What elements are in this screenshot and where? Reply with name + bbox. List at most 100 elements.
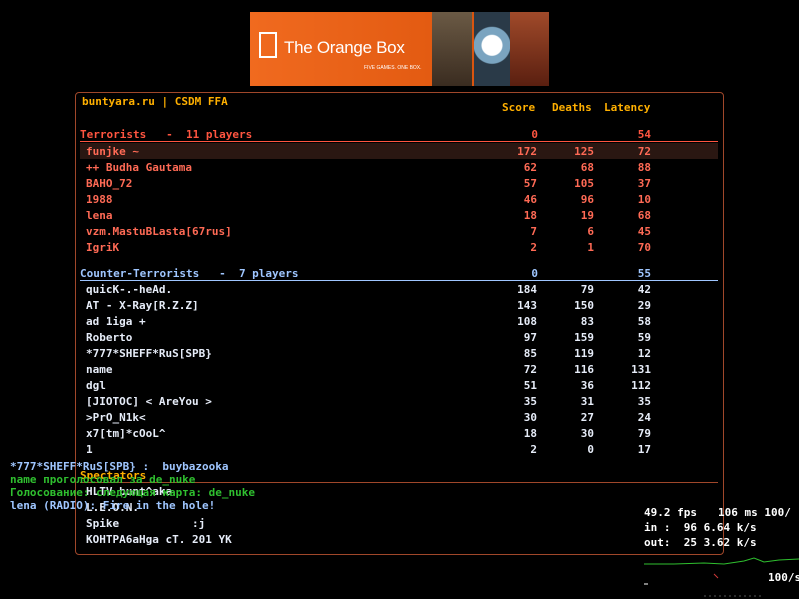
player-score: 30 xyxy=(523,411,537,424)
gordon-freeman-image xyxy=(432,12,472,86)
player-latency: 70 xyxy=(637,241,651,254)
player-deaths: 27 xyxy=(580,411,594,424)
player-deaths: 31 xyxy=(580,395,594,408)
player-deaths: 150 xyxy=(574,299,594,312)
player-name: dgl xyxy=(86,379,106,392)
player-name: AT - X-Ray[R.Z.Z] xyxy=(86,299,199,312)
player-deaths: 125 xyxy=(574,145,594,158)
player-latency: 12 xyxy=(637,347,651,360)
player-deaths: 19 xyxy=(580,209,594,222)
player-deaths: 36 xyxy=(580,379,594,392)
spectator-name: Spike :j xyxy=(86,517,206,530)
player-latency: 10 xyxy=(637,193,651,206)
player-deaths: 68 xyxy=(580,161,594,174)
player-score: 35 xyxy=(523,395,537,408)
player-name: ad 1iga + xyxy=(86,315,146,328)
player-latency: 88 xyxy=(637,161,651,174)
out-readout: out: 25 3.62 k/s xyxy=(644,536,757,549)
chat-line: Голосование: следующая карта: de_nuke xyxy=(10,486,256,499)
player-name: BAHO_72 xyxy=(86,177,133,190)
player-score: 2 xyxy=(530,443,537,456)
in-readout: in : 96 6.64 k/s xyxy=(644,521,757,534)
player-name: 1 xyxy=(86,443,93,456)
player-latency: 37 xyxy=(637,177,651,190)
player-latency: 45 xyxy=(637,225,651,238)
fps-readout: 49.2 fps xyxy=(644,506,697,519)
player-deaths: 83 xyxy=(580,315,594,328)
player-latency: 59 xyxy=(637,331,651,344)
orange-box-banner: The Orange Box FIVE GAMES. ONE BOX. xyxy=(250,12,549,86)
player-score: 85 xyxy=(523,347,537,360)
player-latency: 79 xyxy=(637,427,651,440)
player-deaths: 0 xyxy=(587,443,594,456)
terrorists-team-label: Terrorists - 11 players xyxy=(80,128,253,141)
player-deaths: 116 xyxy=(574,363,594,376)
portal-image xyxy=(474,12,510,86)
ct-divider xyxy=(80,280,718,281)
player-name: vzm.MastuBLasta[67rus] xyxy=(86,225,232,238)
player-deaths: 159 xyxy=(574,331,594,344)
player-name: lena xyxy=(86,209,113,222)
player-deaths: 105 xyxy=(574,177,594,190)
deaths-column-header: Deaths xyxy=(552,101,592,114)
ct-team-label: Counter-Terrorists - 7 players xyxy=(80,267,299,280)
player-name: quicK-.-heAd. xyxy=(86,283,173,296)
chat-line: name проголосовал за de_nuke xyxy=(10,473,196,486)
player-name: IgriK xyxy=(86,241,120,254)
player-score: 62 xyxy=(523,161,537,174)
terrorists-team-latency: 54 xyxy=(637,128,651,141)
player-deaths: 79 xyxy=(580,283,594,296)
player-name: [JIOTOC] < AreYou > xyxy=(86,395,212,408)
player-deaths: 6 xyxy=(587,225,594,238)
chat-line: lena (RADIO): Fire in the hole! xyxy=(10,499,216,512)
heavy-image xyxy=(510,12,549,86)
player-name: Roberto xyxy=(86,331,133,344)
player-score: 172 xyxy=(517,145,537,158)
player-score: 72 xyxy=(523,363,537,376)
chat-line: *777*SHEFF*RuS[SPB} : buybazooka xyxy=(10,460,229,473)
player-score: 143 xyxy=(517,299,537,312)
player-score: 184 xyxy=(517,283,537,296)
rate-readout: 100/s xyxy=(768,571,799,584)
player-name: ++ Budha Gautama xyxy=(86,161,192,174)
player-deaths: 1 xyxy=(587,241,594,254)
player-latency: 112 xyxy=(631,379,651,392)
player-name: funjke ~ xyxy=(86,145,139,158)
player-score: 97 xyxy=(523,331,537,344)
ct-team-latency: 55 xyxy=(637,267,651,280)
score-column-header: Score xyxy=(502,101,536,114)
player-score: 2 xyxy=(530,241,537,254)
player-name: x7[tm]*cOoL^ xyxy=(86,427,166,440)
player-latency: 24 xyxy=(637,411,651,424)
player-latency: 42 xyxy=(637,283,651,296)
player-latency: 131 xyxy=(631,363,651,376)
player-score: 18 xyxy=(523,209,537,222)
player-name: >PrO_N1k< xyxy=(86,411,146,424)
player-score: 57 xyxy=(523,177,537,190)
ms-readout: 106 ms 100/ xyxy=(718,506,791,519)
player-latency: 35 xyxy=(637,395,651,408)
ct-team-score: 0 xyxy=(531,267,538,280)
player-latency: 17 xyxy=(637,443,651,456)
player-score: 7 xyxy=(530,225,537,238)
player-score: 18 xyxy=(523,427,537,440)
player-name: name xyxy=(86,363,113,376)
player-deaths: 119 xyxy=(574,347,594,360)
player-name: 1988 xyxy=(86,193,113,206)
server-name: buntyara.ru | CSDM FFA xyxy=(82,95,228,108)
banner-title: The Orange Box xyxy=(284,38,405,57)
player-latency: 58 xyxy=(637,315,651,328)
box-logo-icon xyxy=(259,32,277,58)
banner-tagline: FIVE GAMES. ONE BOX. xyxy=(364,65,422,71)
spectator-name: KOHTPA6aHga cT. 201 YK xyxy=(86,533,232,546)
player-latency: 29 xyxy=(637,299,651,312)
player-score: 46 xyxy=(523,193,537,206)
player-deaths: 30 xyxy=(580,427,594,440)
terrorists-team-score: 0 xyxy=(531,128,538,141)
player-score: 51 xyxy=(523,379,537,392)
player-deaths: 96 xyxy=(580,193,594,206)
player-score: 108 xyxy=(517,315,537,328)
latency-column-header: Latency xyxy=(604,101,651,114)
player-name: *777*SHEFF*RuS[SPB} xyxy=(86,347,212,360)
player-latency: 72 xyxy=(637,145,651,158)
